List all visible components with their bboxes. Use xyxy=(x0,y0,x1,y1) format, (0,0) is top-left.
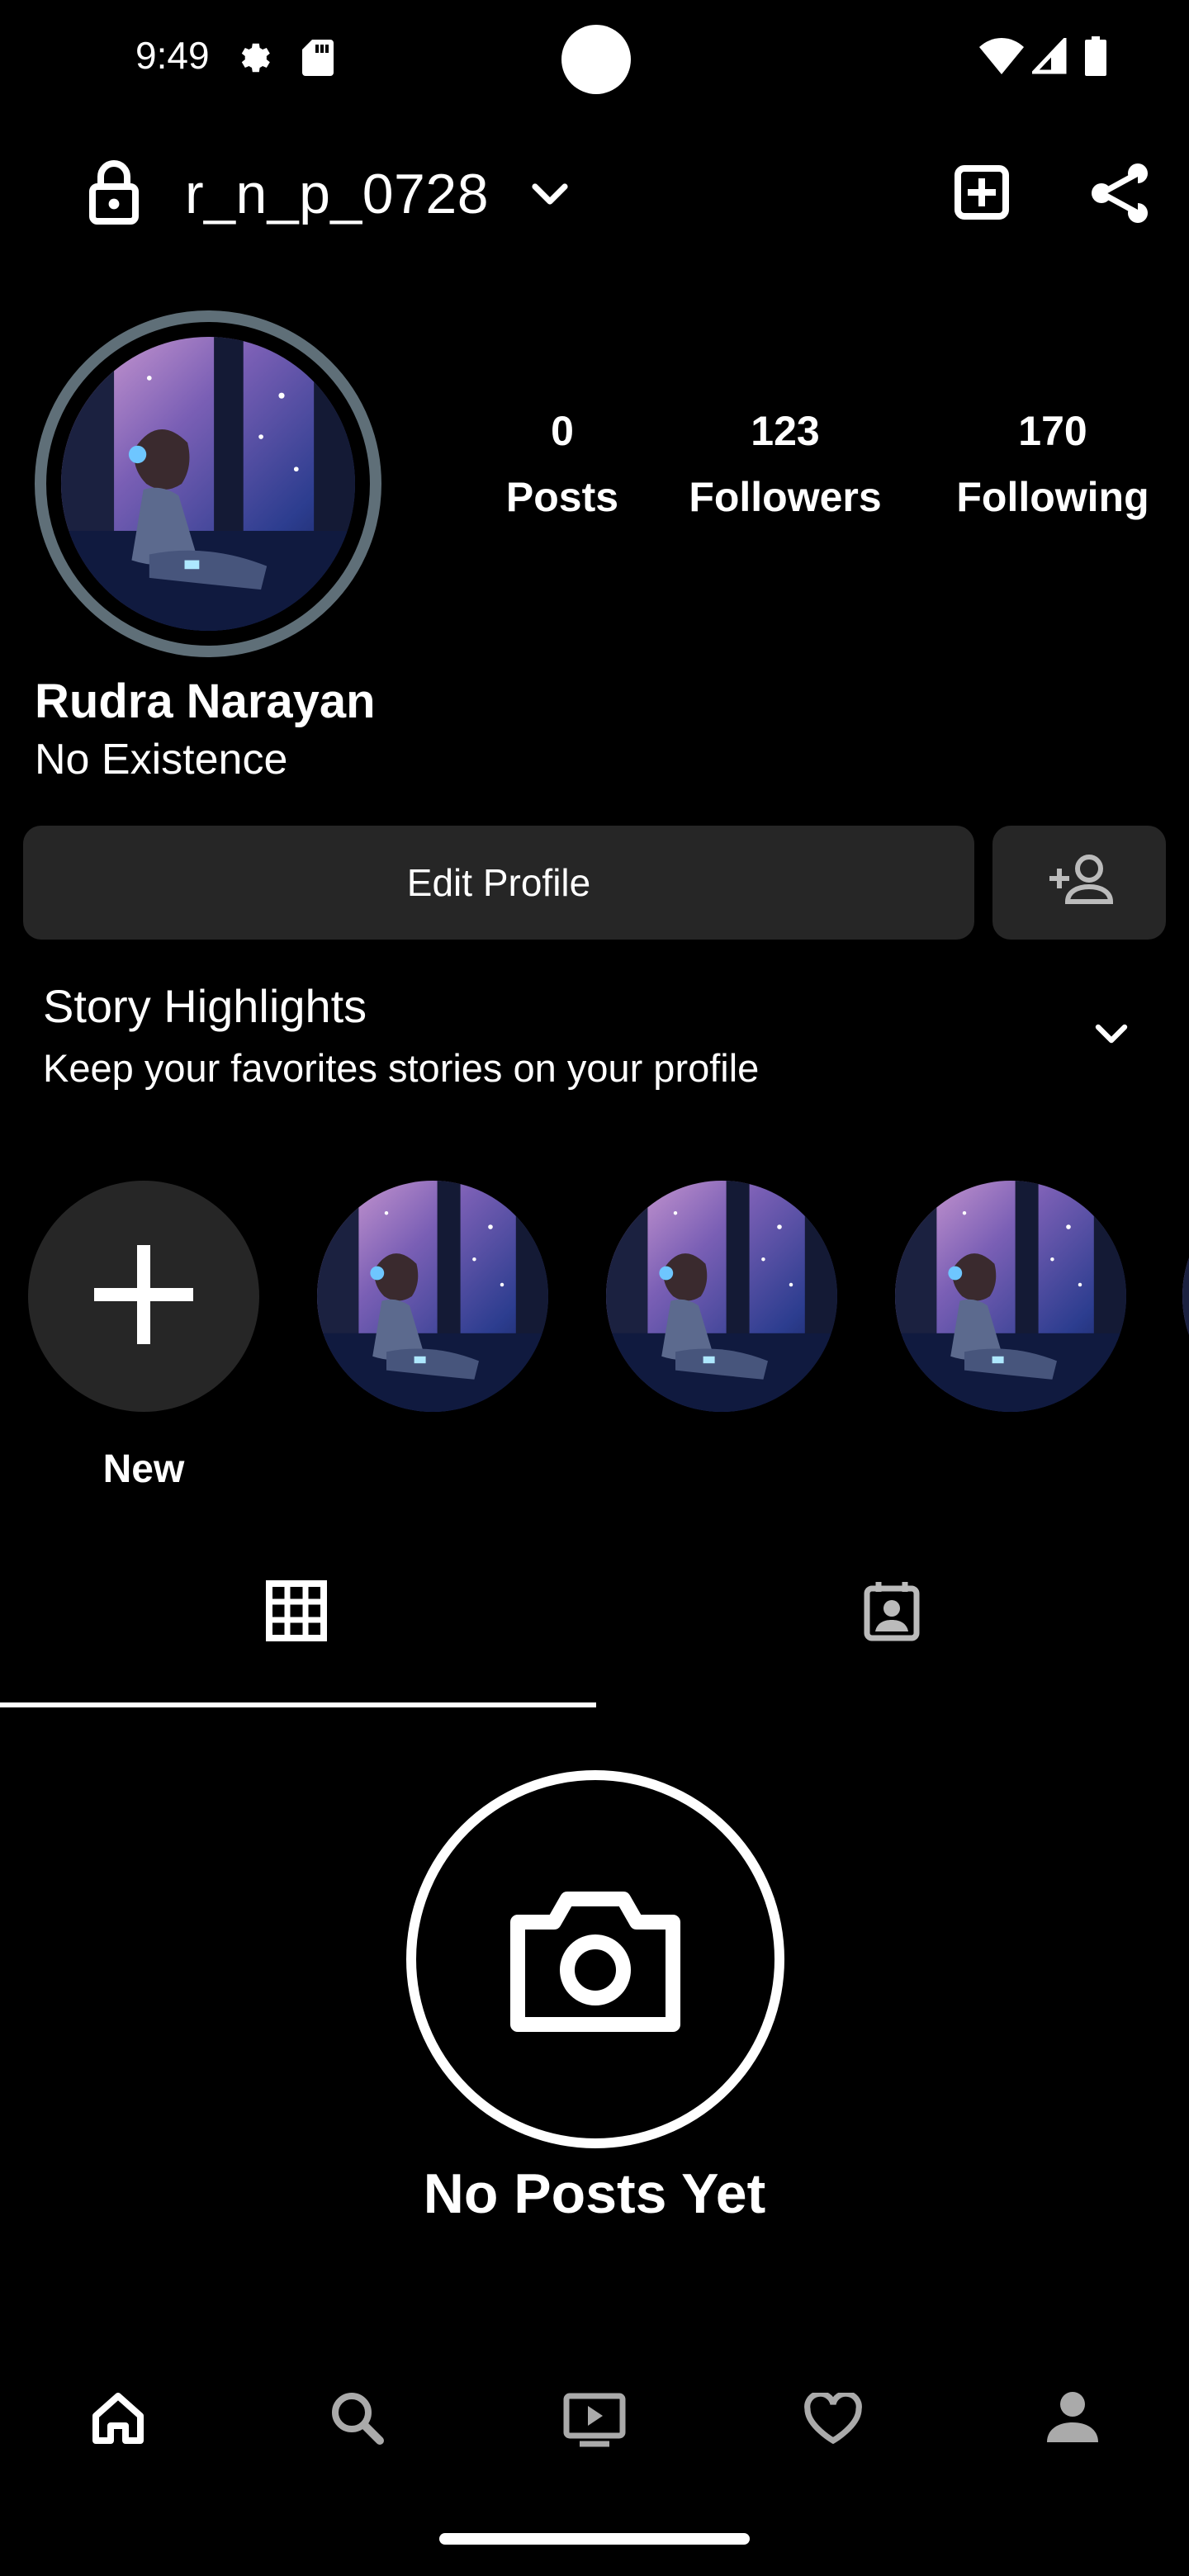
new-highlight-button[interactable] xyxy=(28,1181,259,1412)
avatar-image xyxy=(61,337,355,631)
stat-following-label: Following xyxy=(956,474,1149,520)
highlight-item[interactable] xyxy=(606,1181,837,1412)
highlight-item[interactable] xyxy=(895,1181,1126,1412)
camera-cutout xyxy=(561,25,631,94)
bio: No Existence xyxy=(35,736,288,784)
add-post-icon[interactable] xyxy=(955,165,1009,224)
search-icon[interactable] xyxy=(330,2391,385,2450)
highlight-item[interactable] xyxy=(317,1181,548,1412)
add-person-icon xyxy=(1045,852,1114,914)
battery-icon xyxy=(1085,36,1106,76)
edit-profile-button[interactable]: Edit Profile xyxy=(23,826,974,940)
display-name: Rudra Narayan xyxy=(35,675,376,728)
no-posts-text: No Posts Yet xyxy=(423,2162,766,2225)
plus-icon xyxy=(90,1241,197,1352)
stat-followers[interactable]: 123 Followers xyxy=(674,398,897,530)
wifi-icon xyxy=(979,38,1024,74)
stat-posts[interactable]: 0 Posts xyxy=(484,398,641,530)
tagged-icon[interactable] xyxy=(864,1579,920,1646)
chevron-down-icon[interactable] xyxy=(530,180,570,211)
grid-icon[interactable] xyxy=(266,1580,327,1646)
stat-followers-value: 123 xyxy=(751,408,820,454)
home-indicator xyxy=(439,2533,750,2545)
heart-icon[interactable] xyxy=(804,2390,862,2450)
username[interactable]: r_n_p_0728 xyxy=(185,162,489,226)
profile-icon[interactable] xyxy=(1047,2391,1098,2446)
reels-icon[interactable] xyxy=(563,2393,626,2451)
share-icon[interactable] xyxy=(1090,162,1149,229)
stat-following-value: 170 xyxy=(1018,408,1087,454)
home-icon[interactable] xyxy=(91,2391,145,2450)
settings-gear-icon xyxy=(234,38,274,78)
highlight-item-partial[interactable] xyxy=(1182,1181,1189,1412)
highlights-collapse-icon[interactable] xyxy=(1093,1022,1130,1051)
sd-card-icon xyxy=(302,40,334,76)
stat-posts-label: Posts xyxy=(505,474,619,520)
highlights-title: Story Highlights xyxy=(43,980,367,1032)
active-tab-indicator xyxy=(0,1702,596,1707)
stat-posts-value: 0 xyxy=(551,408,574,454)
empty-state-ring xyxy=(406,1770,784,2148)
edit-profile-label: Edit Profile xyxy=(406,861,591,904)
discover-people-button[interactable] xyxy=(992,826,1166,940)
new-highlight-label: New xyxy=(102,1447,185,1491)
profile-avatar[interactable] xyxy=(35,310,381,657)
stat-followers-label: Followers xyxy=(689,474,882,520)
camera-icon xyxy=(509,1879,681,2040)
signal-icon xyxy=(1032,38,1067,74)
stat-following[interactable]: 170 Following xyxy=(941,398,1164,530)
lock-icon xyxy=(88,160,140,229)
status-time: 9:49 xyxy=(135,34,210,77)
highlights-subtitle: Keep your favorites stories on your prof… xyxy=(43,1046,760,1090)
